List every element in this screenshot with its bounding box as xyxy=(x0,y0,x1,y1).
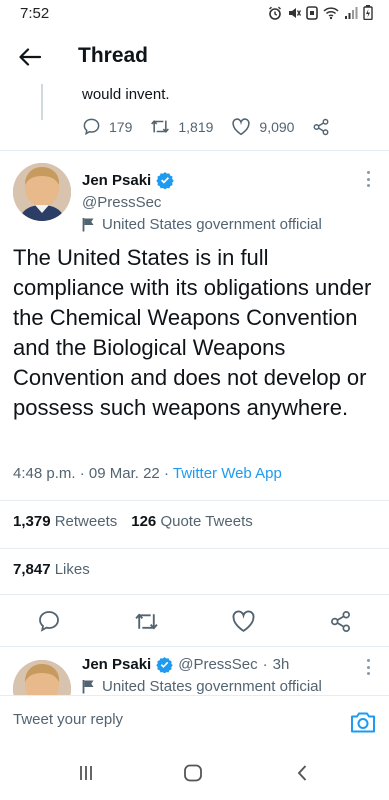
verified-badge-icon xyxy=(156,657,173,673)
recent-apps-icon xyxy=(80,766,92,780)
previous-tweet-text[interactable]: would invent. xyxy=(82,86,170,103)
home-button[interactable] xyxy=(181,763,205,783)
recent-apps-button[interactable] xyxy=(74,763,98,783)
quote-tweets-label: Quote Tweets xyxy=(160,513,253,530)
reply-author-name: Jen Psaki xyxy=(82,656,152,673)
author-name-text: Jen Psaki xyxy=(82,171,152,189)
divider xyxy=(0,500,389,501)
reply-icon xyxy=(39,611,59,632)
chevron-left-icon xyxy=(297,765,307,781)
back-nav-button[interactable] xyxy=(290,763,314,783)
retweet-icon xyxy=(151,120,170,133)
meta-separator: · xyxy=(163,465,169,482)
tweet-meta: 4:48 p.m. · 09 Mar. 22 · Twitter Web App xyxy=(13,465,282,482)
quote-tweets-count: 126 xyxy=(131,513,157,530)
meta-separator: · xyxy=(79,465,85,482)
app-header: Thread xyxy=(0,30,389,84)
camera-icon xyxy=(351,712,375,733)
home-icon xyxy=(184,764,202,782)
more-options-button[interactable] xyxy=(360,170,376,188)
meta-separator: · xyxy=(262,656,268,673)
arrow-left-icon xyxy=(19,48,41,66)
mute-icon xyxy=(289,7,301,18)
likes-count: 7,847 xyxy=(13,561,51,578)
thread-connector-line xyxy=(41,84,43,120)
author-name[interactable]: Jen Psaki xyxy=(82,171,174,189)
quote-tweets-stat[interactable]: 126 Quote Tweets xyxy=(131,513,252,530)
reply-author-handle: @PressSec xyxy=(178,656,258,673)
main-tweet-actions xyxy=(0,608,389,634)
reply-more-options-button[interactable] xyxy=(360,658,376,676)
reply-input[interactable]: Tweet your reply xyxy=(13,711,123,728)
share-button[interactable] xyxy=(327,608,353,634)
flag-icon xyxy=(82,680,94,694)
share-icon xyxy=(330,610,350,632)
like-action[interactable]: 9,090 xyxy=(231,117,295,136)
retweet-button[interactable] xyxy=(133,608,159,634)
system-nav-bar xyxy=(0,745,389,800)
divider xyxy=(0,594,389,595)
reply-time-ago: 3h xyxy=(272,656,290,673)
retweets-label: Retweets xyxy=(54,513,118,530)
divider xyxy=(0,150,389,151)
likes-label: Likes xyxy=(54,561,90,578)
avatar[interactable] xyxy=(13,163,71,221)
verified-badge-icon xyxy=(156,172,174,189)
like-button[interactable] xyxy=(230,608,256,634)
heart-icon xyxy=(232,117,251,135)
divider xyxy=(0,646,389,647)
author-handle[interactable]: @PressSec xyxy=(82,194,161,211)
retweets-count: 1,379 xyxy=(13,513,51,530)
retweet-count: 1,819 xyxy=(178,118,214,135)
like-count: 9,090 xyxy=(259,118,295,135)
divider xyxy=(0,548,389,549)
retweet-action[interactable]: 1,819 xyxy=(150,117,213,136)
likes-stats: 7,847 Likes xyxy=(13,561,90,578)
battery-icon xyxy=(363,5,373,20)
government-label: United States government official xyxy=(82,216,322,233)
status-bar: 7:52 xyxy=(0,0,389,28)
nfc-icon xyxy=(306,5,318,20)
engagement-stats: 1,379 Retweets 126 Quote Tweets xyxy=(13,513,253,530)
heart-icon xyxy=(232,610,254,632)
reply-count: 179 xyxy=(109,118,133,135)
tweet-date: 09 Mar. 22 xyxy=(88,465,160,482)
status-icons xyxy=(268,5,373,20)
reply-action[interactable]: 179 xyxy=(82,117,132,136)
tweet-source-app[interactable]: Twitter Web App xyxy=(173,465,282,482)
reply-button[interactable] xyxy=(36,608,62,634)
signal-icon xyxy=(345,6,358,19)
page-title: Thread xyxy=(78,44,149,67)
avatar-image xyxy=(13,163,71,221)
status-time: 7:52 xyxy=(20,5,50,22)
wifi-icon xyxy=(323,6,339,19)
back-button[interactable] xyxy=(14,42,46,72)
reply-composer: Tweet your reply xyxy=(0,695,389,745)
likes-stat[interactable]: 7,847 Likes xyxy=(13,561,90,578)
reply-author-row[interactable]: Jen Psaki @PressSec · 3h xyxy=(82,656,289,673)
share-icon xyxy=(313,118,329,135)
reply-government-label-text: United States government official xyxy=(102,678,322,695)
tweet-time: 4:48 p.m. xyxy=(13,465,76,482)
share-action[interactable] xyxy=(312,118,330,136)
retweets-stat[interactable]: 1,379 Retweets xyxy=(13,513,117,530)
flag-icon xyxy=(82,218,94,232)
alarm-icon xyxy=(269,6,281,20)
camera-button[interactable] xyxy=(350,710,376,734)
reply-icon xyxy=(83,118,100,136)
previous-tweet-actions: 179 1,819 9,090 xyxy=(82,117,348,136)
retweet-icon xyxy=(134,613,158,629)
government-label-text: United States government official xyxy=(102,216,322,233)
reply-government-label: United States government official xyxy=(82,678,322,695)
tweet-text: The United States is in full compliance … xyxy=(13,245,372,421)
